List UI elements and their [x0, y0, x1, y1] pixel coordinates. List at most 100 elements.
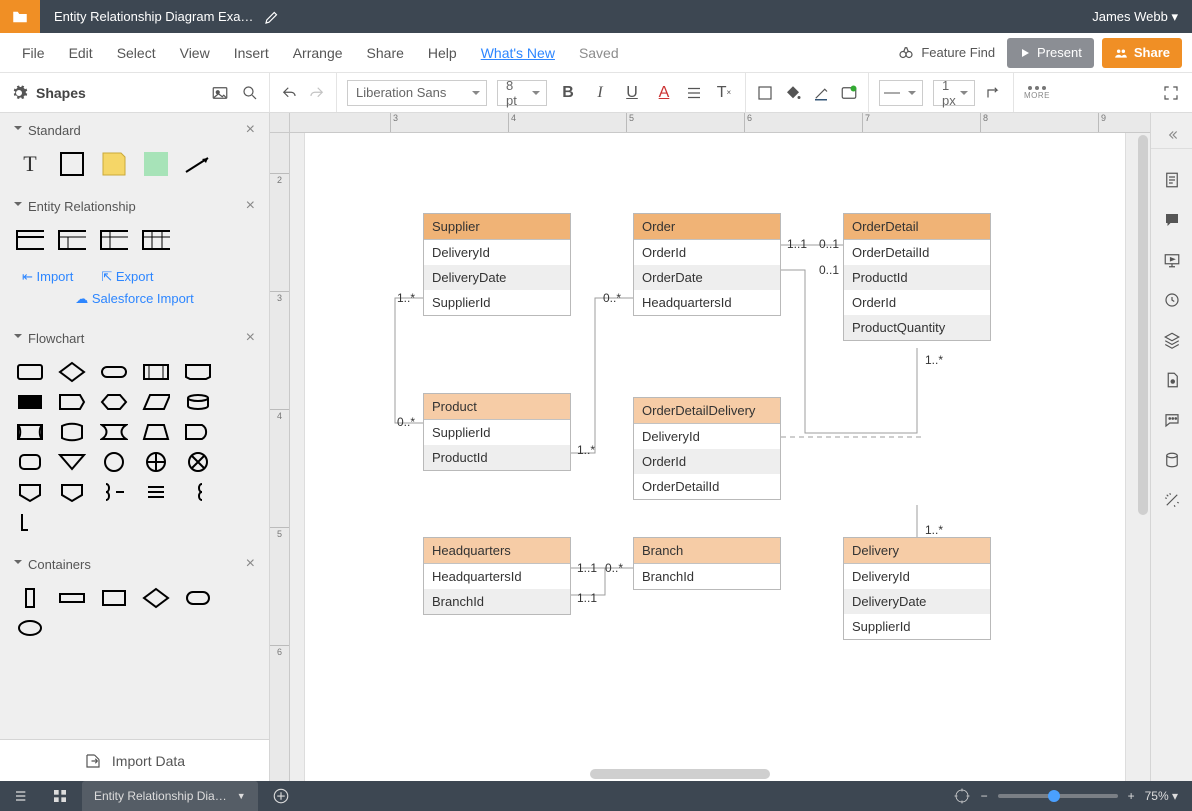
close-icon[interactable]: ×: [246, 121, 255, 139]
fullscreen-icon[interactable]: [1162, 84, 1180, 102]
menu-view[interactable]: View: [168, 39, 222, 67]
zoom-level[interactable]: 75% ▾: [1145, 789, 1178, 803]
undo-icon[interactable]: [280, 84, 298, 102]
text-color-button[interactable]: A: [653, 82, 675, 104]
shape-hotspot[interactable]: [142, 153, 170, 175]
underline-button[interactable]: U: [621, 82, 643, 104]
menu-select[interactable]: Select: [105, 39, 168, 67]
entity-delivery[interactable]: DeliveryDeliveryIdDeliveryDateSupplierId: [843, 537, 991, 640]
flowchart-shape-3[interactable]: [142, 361, 170, 383]
folder-icon[interactable]: [0, 0, 40, 33]
presentation-icon[interactable]: [1163, 251, 1181, 269]
magic-icon[interactable]: [1163, 491, 1181, 509]
section-flowchart[interactable]: Flowchart×: [0, 321, 269, 355]
er-export-link[interactable]: ⇱ Export: [101, 269, 153, 285]
menu-file[interactable]: File: [10, 39, 57, 67]
gear-icon[interactable]: [10, 84, 28, 102]
menu-edit[interactable]: Edit: [57, 39, 105, 67]
container-shape-3[interactable]: [142, 587, 170, 609]
entity-order[interactable]: OrderOrderIdOrderDateHeadquartersId: [633, 213, 781, 316]
flowchart-shape-21[interactable]: [58, 481, 86, 503]
shape-line[interactable]: [184, 153, 212, 175]
flowchart-shape-7[interactable]: [100, 391, 128, 413]
edit-icon[interactable]: [263, 8, 281, 26]
line-route-icon[interactable]: [985, 84, 1003, 102]
shape-style-icon[interactable]: [840, 84, 858, 102]
grid-view-icon[interactable]: [40, 788, 80, 804]
history-icon[interactable]: [1163, 291, 1181, 309]
vertical-scrollbar[interactable]: [1138, 135, 1148, 767]
menu-arrange[interactable]: Arrange: [281, 39, 355, 67]
clear-format-button[interactable]: T×: [713, 82, 735, 104]
flowchart-shape-11[interactable]: [58, 421, 86, 443]
target-icon[interactable]: [953, 787, 971, 805]
menu-insert[interactable]: Insert: [222, 39, 281, 67]
flowchart-shape-24[interactable]: [184, 481, 212, 503]
dock-collapse[interactable]: [1151, 121, 1192, 149]
canvas[interactable]: 1..*0..*1..*0..*1..10..10..11..*1..*1..1…: [290, 133, 1150, 781]
zoom-slider[interactable]: [998, 794, 1118, 798]
section-containers[interactable]: Containers×: [0, 547, 269, 581]
page-tab[interactable]: Entity Relationship Dia… ▼: [82, 781, 258, 811]
zoom-out[interactable]: −: [981, 789, 988, 803]
shape-er-4[interactable]: [142, 229, 170, 251]
flowchart-shape-19[interactable]: [184, 451, 212, 473]
shape-text[interactable]: T: [16, 153, 44, 175]
layers-icon[interactable]: [1163, 331, 1181, 349]
present-button[interactable]: Present: [1007, 38, 1094, 68]
font-select[interactable]: Liberation Sans: [347, 80, 487, 106]
shape-er-2[interactable]: [58, 229, 86, 251]
page-icon[interactable]: [1163, 371, 1181, 389]
shape-tool-icon[interactable]: [756, 84, 774, 102]
image-icon[interactable]: [211, 84, 229, 102]
entity-orderdetail[interactable]: OrderDetailOrderDetailIdProductIdOrderId…: [843, 213, 991, 341]
share-button[interactable]: Share: [1102, 38, 1182, 68]
entity-headquarters[interactable]: HeadquartersHeadquartersIdBranchId: [423, 537, 571, 615]
flowchart-shape-15[interactable]: [16, 451, 44, 473]
flowchart-shape-6[interactable]: [58, 391, 86, 413]
stroke-color-icon[interactable]: [812, 84, 830, 102]
menu-share[interactable]: Share: [355, 39, 416, 67]
close-icon[interactable]: ×: [246, 329, 255, 347]
flowchart-shape-22[interactable]: [100, 481, 128, 503]
align-icon[interactable]: [685, 84, 703, 102]
import-data-button[interactable]: Import Data: [0, 739, 269, 781]
feature-find[interactable]: Feature Find: [897, 44, 995, 62]
section-er[interactable]: Entity Relationship×: [0, 189, 269, 223]
shapes-panel-scroll[interactable]: Standard× T Entity Relationship× ⇤ Impor…: [0, 113, 269, 739]
container-shape-5[interactable]: [16, 617, 44, 639]
fill-icon[interactable]: [784, 84, 802, 102]
entity-orderdetaildelivery[interactable]: OrderDetailDeliveryDeliveryIdOrderIdOrde…: [633, 397, 781, 500]
line-width-select[interactable]: 1 px: [933, 80, 975, 106]
flowchart-shape-25[interactable]: [16, 511, 44, 533]
more-menu[interactable]: MORE: [1024, 86, 1050, 100]
flowchart-shape-13[interactable]: [142, 421, 170, 443]
database-icon[interactable]: [1163, 451, 1181, 469]
add-page-button[interactable]: [266, 787, 296, 805]
flowchart-shape-0[interactable]: [16, 361, 44, 383]
menu-help[interactable]: Help: [416, 39, 469, 67]
search-icon[interactable]: [241, 84, 259, 102]
shape-block[interactable]: [58, 153, 86, 175]
flowchart-shape-10[interactable]: [16, 421, 44, 443]
section-standard[interactable]: Standard×: [0, 113, 269, 147]
user-menu[interactable]: James Webb ▾: [1092, 9, 1192, 25]
flowchart-shape-18[interactable]: [142, 451, 170, 473]
flowchart-shape-5[interactable]: [16, 391, 44, 413]
flowchart-shape-9[interactable]: [184, 391, 212, 413]
flowchart-shape-1[interactable]: [58, 361, 86, 383]
bold-button[interactable]: B: [557, 82, 579, 104]
shape-er-1[interactable]: [16, 229, 44, 251]
flowchart-shape-8[interactable]: [142, 391, 170, 413]
horizontal-scrollbar[interactable]: [290, 769, 1150, 779]
flowchart-shape-4[interactable]: [184, 361, 212, 383]
shape-er-3[interactable]: [100, 229, 128, 251]
entity-product[interactable]: ProductSupplierIdProductId: [423, 393, 571, 471]
flowchart-shape-16[interactable]: [58, 451, 86, 473]
zoom-in[interactable]: +: [1128, 789, 1135, 803]
list-view-icon[interactable]: [0, 788, 40, 804]
flowchart-shape-17[interactable]: [100, 451, 128, 473]
close-icon[interactable]: ×: [246, 555, 255, 573]
line-style-select[interactable]: [879, 80, 923, 106]
chat-icon[interactable]: [1163, 411, 1181, 429]
